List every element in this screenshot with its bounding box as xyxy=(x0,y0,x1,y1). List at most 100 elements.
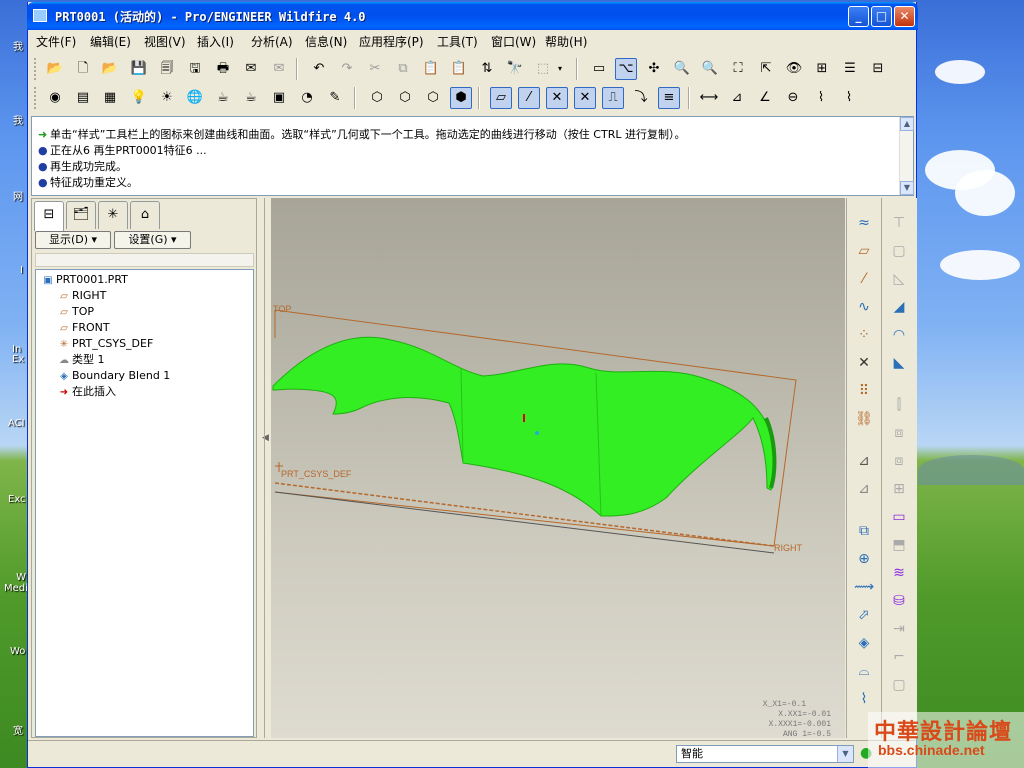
graphics-window[interactable]: TOP PRT_CSYS_DEF RIGHT X_X1=-0.1 X.XX1=-… xyxy=(271,198,845,739)
select-working-dir-icon[interactable]: 📂 xyxy=(44,58,66,80)
sketch-curve-icon[interactable]: ∿ xyxy=(853,296,875,318)
minimize-button[interactable]: _ xyxy=(848,6,869,27)
layers-icon[interactable]: ☰ xyxy=(839,58,861,80)
desktop-icon-label[interactable]: In Ex xyxy=(12,345,26,365)
backup-icon[interactable]: 🖫 xyxy=(184,58,206,80)
trim-surface-icon[interactable]: ⧈ xyxy=(888,450,910,472)
selection-filter-dropdown[interactable]: 智能 ▼ xyxy=(676,745,854,763)
style-surface-icon[interactable]: ⌓ xyxy=(853,660,875,682)
desktop-icon-label[interactable]: Wo xyxy=(10,646,25,657)
appearance-icon[interactable]: ⊟ xyxy=(867,58,889,80)
tree-item-style[interactable]: ☁ 类型 1 xyxy=(56,352,105,368)
light-bulb-icon[interactable]: 💡 xyxy=(128,87,150,109)
curvature-analysis-icon[interactable]: ⌇ xyxy=(810,87,832,109)
desktop-icon-label[interactable]: 我 xyxy=(13,38,23,53)
scroll-up-icon[interactable]: ▲ xyxy=(900,117,914,131)
new-file-icon[interactable]: 🗋 xyxy=(72,58,94,80)
panel-splitter[interactable]: ◀ xyxy=(259,198,271,738)
color-palette-icon[interactable]: ◉ xyxy=(44,87,66,109)
datum-label-csys[interactable]: PRT_CSYS_DEF xyxy=(281,469,352,479)
boundary-blend-tool-icon[interactable]: ◈ xyxy=(853,632,875,654)
shell-icon[interactable]: ▢ xyxy=(888,240,910,262)
datum-axis-display-icon[interactable]: ⁄ xyxy=(518,87,540,109)
desktop-icon-label[interactable]: 我 xyxy=(13,112,23,127)
intersect-icon[interactable]: ⛁ xyxy=(888,590,910,612)
tree-item-part[interactable]: ▣ PRT0001.PRT xyxy=(40,272,128,288)
menu-applications[interactable]: 应用程序(P) xyxy=(359,33,424,50)
sweep-icon[interactable]: ⟿ xyxy=(853,576,875,598)
pattern-icon[interactable]: ⊞ xyxy=(888,478,910,500)
chamfer-icon[interactable]: ◣ xyxy=(888,352,910,374)
tree-item-insert-here[interactable]: ➜ 在此插入 xyxy=(56,384,116,400)
render-room-icon[interactable]: ☕ xyxy=(212,87,234,109)
wireframe-icon[interactable]: ⬡ xyxy=(366,87,388,109)
round-icon[interactable]: ◠ xyxy=(888,324,910,346)
scene-icon[interactable]: ▤ xyxy=(72,87,94,109)
perspective-icon[interactable]: ✎ xyxy=(324,87,346,109)
revolve-icon[interactable]: ⊕ xyxy=(853,548,875,570)
menu-analysis[interactable]: 分析(A) xyxy=(251,33,293,50)
thicken-icon[interactable]: ⬒ xyxy=(888,534,910,556)
desktop-icon-label[interactable]: W Medi xyxy=(4,572,28,594)
mirror-icon[interactable]: ⫿ xyxy=(888,394,910,416)
datum-point-icon[interactable]: ⁘ xyxy=(853,324,875,346)
regenerate-icon[interactable]: ⇅ xyxy=(476,58,498,80)
spin-center-icon[interactable]: ✣ xyxy=(643,58,665,80)
solidify-icon[interactable]: ≋ xyxy=(888,562,910,584)
spin-center-display-icon[interactable]: ⤵ xyxy=(630,87,652,109)
close-button[interactable]: ✕ xyxy=(894,6,915,27)
maximize-button[interactable]: □ xyxy=(871,6,892,27)
selection-box-icon[interactable]: ⬚ xyxy=(532,58,554,80)
email-link-icon[interactable]: ✉ xyxy=(268,58,290,80)
menu-info[interactable]: 信息(N) xyxy=(305,33,347,50)
shading-icon[interactable]: ⬢ xyxy=(450,87,472,109)
hidden-line-icon[interactable]: ⬡ xyxy=(394,87,416,109)
offset-icon[interactable]: ▭ xyxy=(888,506,910,528)
cut-icon[interactable]: ✂ xyxy=(364,58,386,80)
render-region-icon[interactable]: ◔ xyxy=(296,87,318,109)
menu-help[interactable]: 帮助(H) xyxy=(545,33,587,50)
tree-item-right[interactable]: ▱ RIGHT xyxy=(56,288,106,304)
chevron-down-icon[interactable]: ▾ xyxy=(554,58,566,80)
render-settings-icon[interactable]: ☕ xyxy=(240,87,262,109)
refit-icon[interactable]: ⛶ xyxy=(727,58,749,80)
measure-length-icon[interactable]: ⊿ xyxy=(726,87,748,109)
toolbar-grip[interactable] xyxy=(34,87,37,109)
reorient-icon[interactable]: ⇱ xyxy=(755,58,777,80)
measure-area-icon[interactable]: ⊖ xyxy=(782,87,804,109)
datum-point-display-icon[interactable]: ✕ xyxy=(546,87,568,109)
wrap-icon[interactable]: ⌐ xyxy=(888,646,910,668)
menu-tools[interactable]: 工具(T) xyxy=(437,33,478,50)
desktop-icon-label[interactable]: 网 xyxy=(13,188,23,203)
model-viewport[interactable]: TOP PRT_CSYS_DEF RIGHT X_X1=-0.1 X.XX1=-… xyxy=(271,198,845,739)
save-icon[interactable]: 💾 xyxy=(128,58,150,80)
annotation-display-icon[interactable]: ⎍ xyxy=(602,87,624,109)
chevron-down-icon[interactable]: ▼ xyxy=(837,746,853,762)
link-curve-icon[interactable]: ⛓ xyxy=(853,408,875,430)
desktop-icon-label[interactable]: Exc xyxy=(8,494,26,505)
environment-icon[interactable]: 🌐 xyxy=(184,87,206,109)
trim-icon[interactable]: ⊿ xyxy=(853,478,875,500)
merge-icon[interactable]: ⧈ xyxy=(888,422,910,444)
datum-label-right[interactable]: RIGHT xyxy=(774,543,803,553)
extrude-icon[interactable]: ⧉ xyxy=(853,520,875,542)
measure-angle-icon[interactable]: ∠ xyxy=(754,87,776,109)
axis-icon[interactable]: ⁄ xyxy=(853,268,875,290)
swept-blend-icon[interactable]: ⬀ xyxy=(853,604,875,626)
project-icon[interactable]: ⇥ xyxy=(888,618,910,640)
csys-create-icon[interactable]: ✕ xyxy=(853,352,875,374)
view-manager-icon[interactable]: ⊞ xyxy=(811,58,833,80)
zoom-out-icon[interactable]: 🔍 xyxy=(699,58,721,80)
display-dropdown[interactable]: 显示(D) ▾ xyxy=(35,231,111,249)
edit-curve-icon[interactable]: ⊿ xyxy=(853,450,875,472)
texture-icon[interactable]: ▦ xyxy=(99,87,121,109)
saved-views-icon[interactable]: 👁 xyxy=(783,58,805,80)
tab-model-tree[interactable]: ⊟ xyxy=(34,201,64,231)
desktop-icon-label[interactable]: ACI xyxy=(8,418,25,429)
find-icon[interactable]: 🔭 xyxy=(504,58,526,80)
variable-section-icon[interactable]: ⌇ xyxy=(853,688,875,710)
print-icon[interactable]: 🖶 xyxy=(212,58,234,80)
toolbar-grip[interactable] xyxy=(34,58,37,80)
undo-icon[interactable]: ↶ xyxy=(308,58,330,80)
extend-icon[interactable]: ▢ xyxy=(888,674,910,696)
